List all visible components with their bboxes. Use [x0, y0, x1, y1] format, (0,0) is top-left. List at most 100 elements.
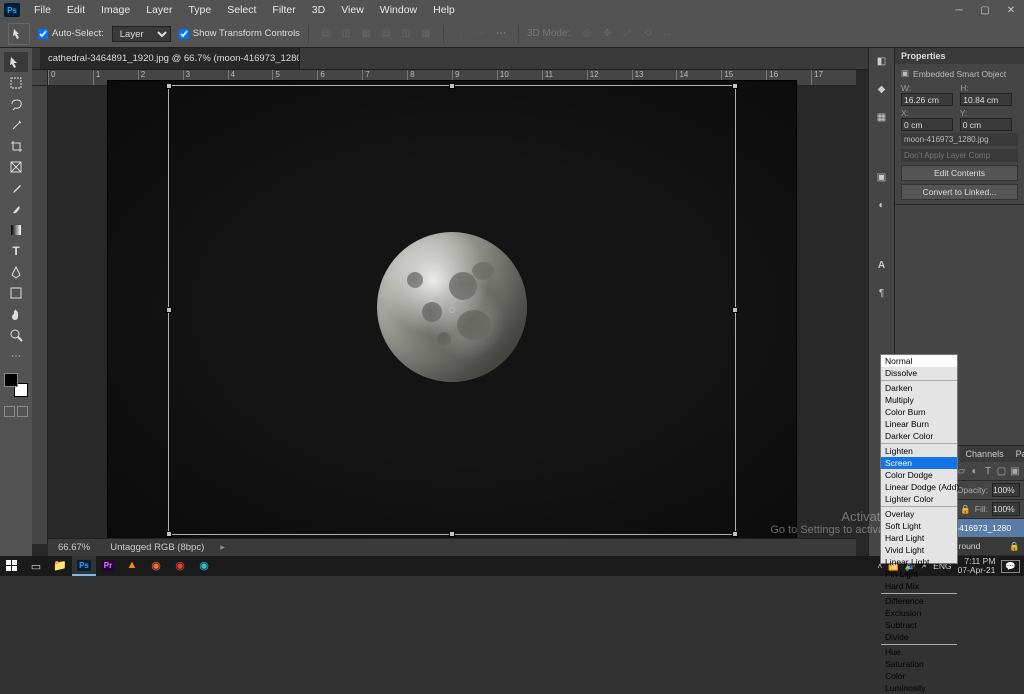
align-bottom-icon[interactable]: ▦	[417, 25, 435, 43]
distribute-h-icon[interactable]: ⋮	[452, 25, 470, 43]
zoom-readout[interactable]: 66.67%	[54, 542, 94, 553]
menu-3d[interactable]: 3D	[304, 1, 333, 19]
menu-file[interactable]: File	[26, 1, 59, 19]
dolly-3d-icon[interactable]: ⤢	[618, 25, 636, 43]
maximize-button[interactable]: ▢	[972, 0, 998, 20]
eyedropper-tool[interactable]	[4, 178, 28, 198]
prop-layer-comp[interactable]: Don't Apply Layer Comp	[901, 149, 1018, 162]
taskbar-file-explorer[interactable]: 📁	[48, 556, 72, 576]
transform-handle-mr[interactable]	[732, 307, 738, 313]
hand-tool[interactable]	[4, 304, 28, 324]
menu-edit[interactable]: Edit	[59, 1, 93, 19]
blend-mode-option[interactable]: Overlay	[881, 508, 957, 520]
taskbar-edge[interactable]: ◉	[192, 556, 216, 576]
blend-mode-dropdown[interactable]: NormalDissolveDarkenMultiplyColor BurnLi…	[880, 354, 958, 564]
blend-mode-option[interactable]: Luminosity	[881, 682, 957, 694]
blend-mode-option[interactable]: Hard Light	[881, 532, 957, 544]
move-tool[interactable]	[4, 52, 28, 72]
menu-view[interactable]: View	[333, 1, 372, 19]
transform-handle-tm[interactable]	[449, 83, 455, 89]
align-left-icon[interactable]: ▤	[317, 25, 335, 43]
quickmask-button[interactable]	[4, 406, 15, 417]
taskbar-premiere[interactable]: Pr	[96, 556, 120, 576]
character-panel-icon[interactable]: A	[873, 256, 891, 274]
prop-w-input[interactable]	[901, 93, 953, 106]
blend-mode-option[interactable]: Hard Mix	[881, 580, 957, 592]
document-tab[interactable]: cathedral-3464891_1920.jpg @ 66.7% (moon…	[40, 48, 300, 69]
swatches-panel-icon[interactable]: ▦	[873, 108, 891, 126]
taskbar-chrome[interactable]: ◉	[168, 556, 192, 576]
taskbar-firefox[interactable]: ◉	[144, 556, 168, 576]
libraries-panel-icon[interactable]: ▣	[873, 168, 891, 186]
prop-y-input[interactable]	[960, 118, 1012, 131]
gradient-tool[interactable]	[4, 220, 28, 240]
align-top-icon[interactable]: ▤	[377, 25, 395, 43]
tool-preset-button[interactable]	[8, 23, 30, 45]
ruler-origin[interactable]	[32, 70, 48, 86]
blend-mode-option[interactable]: Darker Color	[881, 430, 957, 442]
blend-mode-option[interactable]: Multiply	[881, 394, 957, 406]
more-align-icon[interactable]: ⋯	[492, 25, 510, 43]
foreground-color-swatch[interactable]	[4, 373, 18, 387]
lasso-tool[interactable]	[4, 94, 28, 114]
menu-select[interactable]: Select	[219, 1, 264, 19]
transform-bounding-box[interactable]	[168, 85, 736, 535]
menu-help[interactable]: Help	[425, 1, 463, 19]
tray-notifications-icon[interactable]: 💬	[1001, 560, 1020, 573]
tab-paths[interactable]: Paths	[1010, 446, 1024, 462]
tray-clock[interactable]: 7:11 PM 07-Apr-21	[958, 557, 996, 575]
screenmode-button[interactable]	[17, 406, 28, 417]
color-panel-icon[interactable]: ◆	[873, 80, 891, 98]
opacity-input[interactable]	[992, 483, 1020, 497]
blend-mode-option[interactable]: Difference	[881, 595, 957, 607]
menu-filter[interactable]: Filter	[264, 1, 303, 19]
fill-input[interactable]	[992, 502, 1020, 516]
close-window-button[interactable]: ✕	[998, 0, 1024, 20]
blend-mode-option[interactable]: Linear Dodge (Add)	[881, 481, 957, 493]
crop-tool[interactable]	[4, 136, 28, 156]
taskbar-photoshop[interactable]: Ps	[72, 556, 96, 576]
start-button[interactable]	[0, 556, 24, 576]
transform-handle-tl[interactable]	[166, 83, 172, 89]
menu-image[interactable]: Image	[93, 1, 138, 19]
blend-mode-option[interactable]: Vivid Light	[881, 544, 957, 556]
roll-3d-icon[interactable]: ⟲	[638, 25, 656, 43]
transform-handle-tr[interactable]	[732, 83, 738, 89]
blend-mode-option[interactable]: Saturation	[881, 658, 957, 670]
align-right-icon[interactable]: ▦	[357, 25, 375, 43]
task-view-button[interactable]: ▭	[24, 556, 48, 576]
convert-linked-button[interactable]: Convert to Linked...	[901, 184, 1018, 200]
paragraph-panel-icon[interactable]: ¶	[873, 284, 891, 302]
transform-handle-bm[interactable]	[449, 531, 455, 537]
magic-wand-tool[interactable]	[4, 115, 28, 135]
filter-type-icon[interactable]: T	[983, 466, 993, 477]
menu-type[interactable]: Type	[180, 1, 219, 19]
blend-mode-option[interactable]: Soft Light	[881, 520, 957, 532]
prop-x-input[interactable]	[901, 118, 953, 131]
type-tool[interactable]: T	[4, 241, 28, 261]
blend-mode-option[interactable]: Screen	[881, 457, 957, 469]
brush-tool[interactable]	[4, 199, 28, 219]
canvas-image[interactable]	[107, 80, 797, 540]
blend-mode-option[interactable]: Color Dodge	[881, 469, 957, 481]
menu-layer[interactable]: Layer	[138, 1, 180, 19]
blend-mode-option[interactable]: Lighten	[881, 445, 957, 457]
blend-mode-option[interactable]: Linear Burn	[881, 418, 957, 430]
slide-3d-icon[interactable]: ↔	[658, 25, 676, 43]
transform-center[interactable]	[449, 307, 455, 313]
blend-mode-option[interactable]: Exclusion	[881, 607, 957, 619]
ruler-vertical[interactable]	[32, 86, 48, 544]
taskbar-vlc[interactable]: ▲	[120, 556, 144, 576]
edit-contents-button[interactable]: Edit Contents	[901, 165, 1018, 181]
pen-tool[interactable]	[4, 262, 28, 282]
blend-mode-option[interactable]: Lighter Color	[881, 493, 957, 505]
menu-window[interactable]: Window	[372, 1, 425, 19]
canvas-area[interactable]: 01234567891011121314151617	[32, 70, 868, 556]
filter-shape-icon[interactable]: ▢	[996, 466, 1006, 477]
adjustments-panel-icon[interactable]: ◐	[873, 196, 891, 214]
align-center-h-icon[interactable]: ▥	[337, 25, 355, 43]
transform-handle-bl[interactable]	[166, 531, 172, 537]
zoom-tool[interactable]	[4, 325, 28, 345]
show-transform-checkbox[interactable]	[179, 29, 189, 39]
transform-handle-ml[interactable]	[166, 307, 172, 313]
